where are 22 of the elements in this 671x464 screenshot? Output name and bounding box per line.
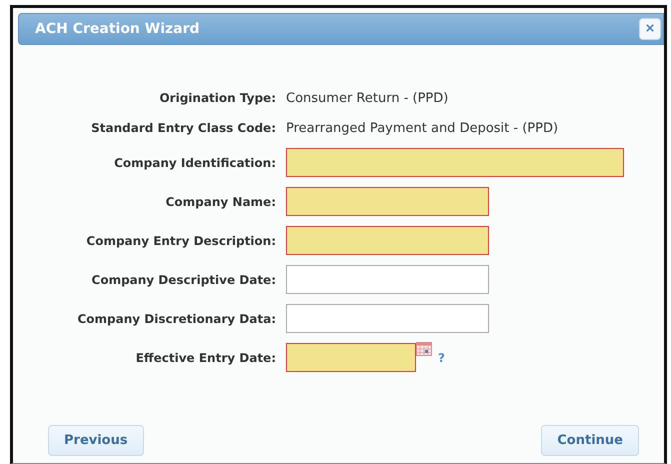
continue-button[interactable]: Continue: [541, 425, 639, 456]
window-title: ACH Creation Wizard: [35, 21, 200, 37]
input-field[interactable]: [286, 187, 489, 216]
input-field[interactable]: [286, 343, 416, 372]
previous-button[interactable]: Previous: [48, 425, 144, 456]
input-field[interactable]: [286, 226, 489, 255]
field-label: Company Entry Description:: [85, 234, 276, 248]
help-link[interactable]: ?: [438, 350, 445, 364]
field-label: Standard Entry Class Code:: [90, 121, 276, 135]
close-button[interactable]: ×: [639, 18, 661, 40]
field-value: Prearranged Payment and Deposit - (PPD): [286, 120, 558, 136]
field-label: Company Descriptive Date:: [90, 272, 276, 286]
field-label: Company Identification:: [113, 156, 276, 170]
input-field[interactable]: [286, 304, 489, 333]
field-value: Consumer Return - (PPD): [286, 90, 448, 106]
input-field[interactable]: [286, 265, 489, 294]
field-label: Origination Type:: [158, 91, 276, 105]
input-field[interactable]: [286, 148, 624, 177]
field-label: Company Discretionary Data:: [76, 312, 276, 326]
field-label: Effective Entry Date:: [134, 350, 276, 364]
field-label: Company Name:: [164, 194, 276, 208]
calendar-icon[interactable]: [416, 342, 432, 356]
